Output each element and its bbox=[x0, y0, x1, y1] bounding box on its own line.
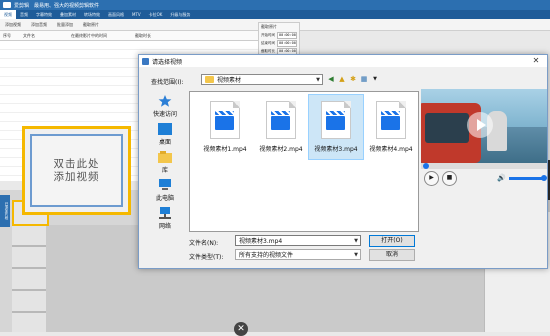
tab-karaoke[interactable]: 卡拉OK bbox=[145, 12, 167, 18]
tab-upgrade[interactable]: 升级与服务 bbox=[166, 12, 194, 18]
trim-row: 结束时间 00:00:00.000 bbox=[261, 39, 297, 47]
file-item-selected[interactable]: 视频素材3.mp4 bbox=[308, 94, 364, 160]
play-overlay-icon[interactable] bbox=[467, 112, 493, 138]
tab-mtv[interactable]: MTV bbox=[128, 12, 145, 17]
file-name-label: 文件名(N): bbox=[189, 240, 219, 247]
tab-subtitle[interactable]: 字幕特效 bbox=[32, 12, 56, 18]
video-file-icon bbox=[266, 101, 296, 139]
trim-panel-title: 截取原片 bbox=[261, 24, 277, 29]
view-menu-icon[interactable]: ▦ bbox=[360, 75, 368, 83]
network-icon bbox=[159, 207, 171, 219]
look-in-value: 视频素材 bbox=[217, 77, 242, 84]
play-icon[interactable]: ▶ bbox=[424, 170, 439, 186]
video-file-icon bbox=[321, 101, 351, 139]
tab-overlay[interactable]: 叠加素材 bbox=[56, 12, 80, 18]
add-video-box[interactable]: 双击此处 添加视频 bbox=[30, 134, 123, 207]
chevron-down-icon[interactable]: ▼ bbox=[352, 238, 360, 244]
video-preview[interactable] bbox=[421, 89, 547, 163]
folder-icon bbox=[205, 76, 214, 83]
chevron-down-icon: ▼ bbox=[316, 76, 320, 83]
preview-controls: ▶ ■ 🔊 bbox=[421, 169, 547, 187]
added-clips-tab[interactable]: 已添加片段 bbox=[0, 195, 10, 227]
file-item[interactable]: 视频素材4.mp4 bbox=[364, 95, 418, 159]
tab-style[interactable]: 画面风格 bbox=[104, 12, 128, 18]
add-video-dropzone[interactable]: 双击此处 添加视频 bbox=[22, 126, 131, 215]
end-time-field[interactable]: 00:00:00.000 bbox=[277, 39, 297, 47]
close-icon[interactable]: ✕ bbox=[234, 322, 248, 336]
clip-tiles-column bbox=[12, 225, 46, 332]
back-icon[interactable]: ◀ bbox=[327, 75, 335, 83]
tab-video[interactable]: 视频 bbox=[0, 10, 16, 19]
col-time: 在最终影片中的时间 bbox=[71, 32, 107, 38]
places-bar: 快速访问 桌面 库 此电脑 网络 bbox=[144, 91, 186, 249]
chevron-down-icon[interactable]: ▼ bbox=[371, 75, 379, 83]
file-item[interactable]: 视频素材2.mp4 bbox=[254, 95, 308, 159]
file-type-value: 所有支持的视频文件 bbox=[239, 252, 294, 259]
stop-icon[interactable]: ■ bbox=[442, 170, 457, 186]
look-in-combo[interactable]: 视频素材 ▼ bbox=[201, 74, 323, 85]
app-tabbar: 视频 音频 字幕特效 叠加素材 转场特效 画面风格 MTV 卡拉OK 升级与服务 bbox=[0, 10, 550, 19]
app-titlebar: 爱剪辑 最易用、强大的视频剪辑软件 bbox=[0, 0, 550, 10]
add-audio-button[interactable]: 添加音频 bbox=[26, 22, 52, 28]
open-video-dialog: 请选择视频 ✕ 查找范围(I): 视频素材 ▼ ◀ ▲ ✱ ▦ ▼ 快速访问 桌… bbox=[138, 54, 548, 269]
file-name-input[interactable]: 视频素材3.mp4 ▼ bbox=[235, 235, 361, 246]
place-desktop[interactable]: 桌面 bbox=[144, 123, 186, 146]
star-icon bbox=[158, 95, 172, 107]
clip-grid-header: 序号 文件名 在最终影片中的时间 截取时长 bbox=[0, 31, 300, 41]
place-this-pc[interactable]: 此电脑 bbox=[144, 179, 186, 202]
dialog-close-icon[interactable]: ✕ bbox=[529, 55, 543, 67]
file-type-select[interactable]: 所有支持的视频文件 ▼ bbox=[235, 249, 361, 260]
file-item[interactable]: 视频素材1.mp4 bbox=[198, 95, 252, 159]
new-folder-icon[interactable]: ✱ bbox=[349, 75, 357, 83]
dialog-app-icon bbox=[142, 57, 149, 65]
dialog-nav-toolbar: ◀ ▲ ✱ ▦ ▼ bbox=[327, 73, 387, 85]
desktop-icon bbox=[158, 123, 172, 135]
trim-row: 开始时间 00:00:00.000 bbox=[261, 31, 297, 39]
add-video-line2: 添加视频 bbox=[53, 170, 100, 183]
open-button[interactable]: 打开(O) bbox=[369, 235, 415, 247]
add-video-line1: 双击此处 bbox=[53, 157, 100, 170]
chevron-down-icon[interactable]: ▼ bbox=[352, 252, 360, 258]
library-icon bbox=[158, 151, 172, 163]
place-network[interactable]: 网络 bbox=[144, 207, 186, 230]
file-list[interactable]: 视频素材1.mp4 视频素材2.mp4 视频素材3.mp4 视频素材4.mp4 bbox=[189, 91, 419, 232]
tab-audio[interactable]: 音频 bbox=[16, 12, 32, 18]
dialog-title: 请选择视频 bbox=[152, 58, 183, 66]
cancel-button[interactable]: 取消 bbox=[369, 249, 415, 261]
computer-icon bbox=[159, 179, 171, 190]
volume-slider[interactable] bbox=[508, 174, 547, 181]
app-title: 爱剪辑 最易用、强大的视频剪辑软件 bbox=[14, 2, 100, 9]
video-file-icon bbox=[210, 101, 240, 139]
batch-add-button[interactable]: 批量添加 bbox=[52, 22, 78, 28]
add-video-button[interactable]: 添加视频 bbox=[0, 22, 26, 28]
file-name-value: 视频素材3.mp4 bbox=[239, 238, 283, 245]
app-logo bbox=[3, 2, 11, 8]
look-in-label: 查找范围(I): bbox=[151, 79, 184, 86]
volume-icon[interactable]: 🔊 bbox=[497, 174, 506, 182]
tab-transition[interactable]: 转场特效 bbox=[80, 12, 104, 18]
file-type-label: 文件类型(T): bbox=[189, 254, 224, 261]
up-folder-icon[interactable]: ▲ bbox=[338, 75, 346, 83]
dialog-titlebar: 请选择视频 ✕ bbox=[139, 55, 547, 67]
place-quick-access[interactable]: 快速访问 bbox=[144, 95, 186, 118]
start-time-field[interactable]: 00:00:00.000 bbox=[277, 31, 297, 39]
place-library[interactable]: 库 bbox=[144, 151, 186, 174]
video-file-icon bbox=[376, 101, 406, 139]
trim-button[interactable]: 截取原片 bbox=[78, 22, 104, 28]
col-duration: 截取时长 bbox=[135, 32, 151, 38]
col-filename: 文件名 bbox=[23, 32, 35, 38]
col-index: 序号 bbox=[3, 32, 11, 38]
